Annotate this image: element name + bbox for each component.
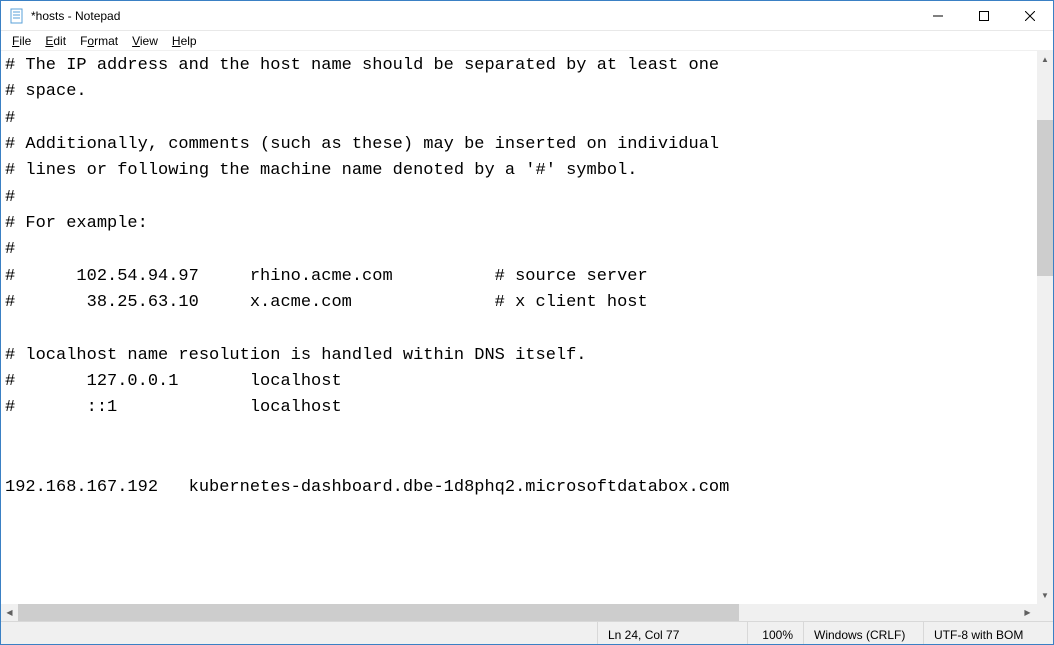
notepad-icon (9, 8, 25, 24)
vertical-scroll-thumb[interactable] (1037, 120, 1053, 276)
minimize-button[interactable] (915, 1, 961, 30)
scrollbar-corner (1036, 604, 1053, 621)
status-line-ending: Windows (CRLF) (803, 622, 923, 644)
status-zoom: 100% (747, 622, 803, 644)
status-encoding: UTF-8 with BOM (923, 622, 1053, 644)
scroll-down-arrow-icon[interactable]: ▼ (1037, 587, 1053, 604)
horizontal-scroll-track[interactable] (18, 604, 1019, 621)
scroll-left-arrow-icon[interactable]: ◀ (1, 604, 18, 621)
text-editor[interactable]: # The IP address and the host name shoul… (1, 51, 1036, 604)
menu-help[interactable]: Help (165, 33, 204, 49)
menu-file[interactable]: File (5, 33, 38, 49)
horizontal-scrollbar[interactable]: ◀ ▶ (1, 604, 1053, 621)
vertical-scroll-track[interactable] (1037, 68, 1053, 587)
title-bar: *hosts - Notepad (1, 1, 1053, 31)
menu-format[interactable]: Format (73, 33, 125, 49)
close-button[interactable] (1007, 1, 1053, 30)
menu-view[interactable]: View (125, 33, 165, 49)
vertical-scrollbar[interactable]: ▲ ▼ (1036, 51, 1053, 604)
menu-edit[interactable]: Edit (38, 33, 73, 49)
window-title: *hosts - Notepad (31, 9, 120, 23)
menu-bar: File Edit Format View Help (1, 31, 1053, 51)
editor-area: # The IP address and the host name shoul… (1, 51, 1053, 604)
horizontal-scroll-thumb[interactable] (18, 604, 739, 621)
scroll-right-arrow-icon[interactable]: ▶ (1019, 604, 1036, 621)
maximize-button[interactable] (961, 1, 1007, 30)
status-spacer (1, 622, 597, 644)
status-cursor-position: Ln 24, Col 77 (597, 622, 747, 644)
scroll-up-arrow-icon[interactable]: ▲ (1037, 51, 1053, 68)
window-controls (915, 1, 1053, 30)
status-bar: Ln 24, Col 77 100% Windows (CRLF) UTF-8 … (1, 621, 1053, 644)
